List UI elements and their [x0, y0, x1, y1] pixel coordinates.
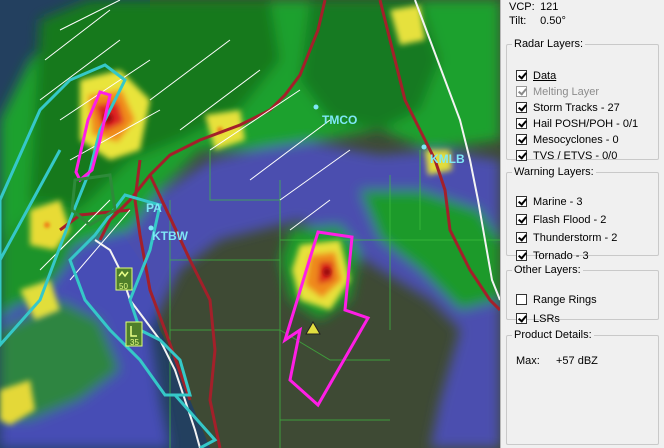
vcp-readout: VCP: 121: [509, 1, 558, 13]
layer-flash-flood-label: Flash Flood - 2: [533, 214, 607, 226]
checkbox-storm-tracks[interactable]: [516, 101, 527, 113]
checkbox-flash-flood[interactable]: [516, 213, 527, 225]
layer-melting: Melting Layer: [516, 84, 599, 100]
warning-layers-title: Warning Layers:: [514, 166, 594, 178]
layer-panel: VCP: 121 Tilt: 0.50° Radar Layers: Data …: [500, 0, 664, 448]
warning-layers-group: Warning Layers: Marine - 3 Flash Flood -…: [506, 166, 659, 262]
max-value: +57 dBZ: [556, 355, 598, 367]
layer-flash-flood[interactable]: Flash Flood - 2: [516, 212, 606, 228]
other-layers-title: Other Layers:: [514, 264, 581, 276]
checkbox-hail[interactable]: [516, 117, 527, 129]
tilt-label: Tilt:: [509, 15, 527, 27]
layer-melting-label: Melting Layer: [533, 86, 600, 98]
layer-mesocyclones[interactable]: Mesocyclones - 0: [516, 132, 619, 148]
vcp-value: 121: [540, 1, 559, 13]
layer-tornado[interactable]: Tornado - 3: [516, 248, 589, 264]
station-ktbw[interactable]: KTBW: [148, 225, 189, 244]
svg-text:TMCO: TMCO: [322, 113, 357, 127]
layer-range-rings-label: Range Rings: [533, 294, 597, 306]
radar-layers-group: Radar Layers: Data Melting Layer Storm T…: [506, 38, 659, 162]
checkbox-tvs[interactable]: [516, 149, 527, 161]
layer-data-label: Data: [533, 70, 557, 82]
checkbox-tornado[interactable]: [516, 249, 527, 261]
product-details-group: Product Details: Max: +57 dBZ: [506, 329, 659, 445]
layer-mesocyclones-label: Mesocyclones - 0: [533, 134, 619, 146]
layer-marine-label: Marine - 3: [533, 196, 583, 208]
svg-text:KTBW: KTBW: [152, 229, 189, 243]
tilt-readout: Tilt: 0.50°: [509, 15, 566, 27]
checkbox-melting-layer: [516, 85, 527, 97]
checkbox-range-rings[interactable]: [516, 293, 527, 305]
radar-map[interactable]: 50 35 TMCO KMLB KTBW PA: [0, 0, 500, 448]
max-readout: Max: +57 dBZ: [516, 353, 598, 369]
layer-lsrs[interactable]: LSRs: [516, 311, 560, 327]
checkbox-data[interactable]: [516, 69, 527, 81]
checkbox-mesocyclones[interactable]: [516, 133, 527, 145]
other-layers-group: Other Layers: Range Rings LSRs: [506, 264, 659, 325]
tilt-value: 0.50°: [540, 15, 566, 27]
layer-hail[interactable]: Hail POSH/POH - 0/1: [516, 116, 638, 132]
layer-range-rings[interactable]: Range Rings: [516, 292, 597, 308]
lsr-icon-2[interactable]: 35: [125, 321, 143, 347]
station-pa[interactable]: PA: [146, 201, 162, 215]
radar-layers-title: Radar Layers:: [514, 38, 584, 50]
layer-tvs-label: TVS / ETVS - 0/0: [533, 150, 618, 162]
svg-text:KMLB: KMLB: [430, 152, 465, 166]
product-details-title: Product Details:: [514, 329, 592, 341]
layer-tvs[interactable]: TVS / ETVS - 0/0: [516, 148, 617, 164]
checkbox-marine[interactable]: [516, 195, 527, 207]
vcp-label: VCP:: [509, 1, 535, 13]
layer-thunderstorm-label: Thunderstorm - 2: [533, 232, 618, 244]
checkbox-lsrs[interactable]: [516, 312, 527, 324]
lsr-label-2: 35: [130, 338, 139, 347]
checkbox-thunderstorm[interactable]: [516, 231, 527, 243]
layer-marine[interactable]: Marine - 3: [516, 194, 583, 210]
layer-hail-label: Hail POSH/POH - 0/1: [533, 118, 639, 130]
svg-text:PA: PA: [146, 201, 162, 215]
max-label: Max:: [516, 355, 540, 367]
layer-storm-tracks-label: Storm Tracks - 27: [533, 102, 620, 114]
layer-lsrs-label: LSRs: [533, 313, 560, 325]
layer-data[interactable]: Data: [516, 68, 556, 84]
lsr-icon-1[interactable]: 50: [115, 267, 133, 291]
layer-thunderstorm[interactable]: Thunderstorm - 2: [516, 230, 617, 246]
layer-storm-tracks[interactable]: Storm Tracks - 27: [516, 100, 620, 116]
lsr-label-1: 50: [119, 282, 128, 291]
layer-tornado-label: Tornado - 3: [533, 250, 589, 262]
